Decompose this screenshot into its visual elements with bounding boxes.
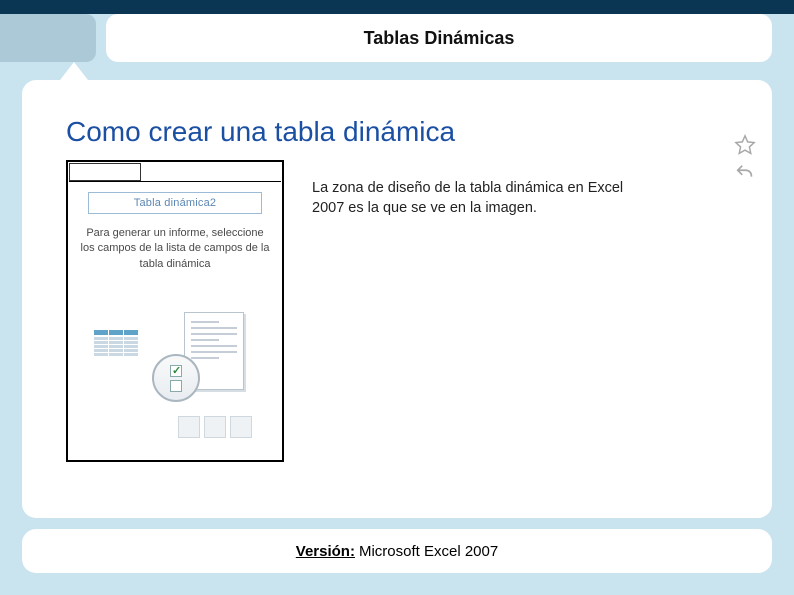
thumb-cell-marker [69, 163, 141, 181]
star-icon[interactable] [734, 134, 756, 156]
mini-dropzones-icon [178, 416, 252, 438]
header-title: Tablas Dinámicas [364, 28, 515, 49]
top-stripe [0, 0, 794, 14]
content-row: Tabla dinámica2 Para generar un informe,… [66, 160, 728, 462]
description-text: La zona de diseño de la tabla dinámica e… [312, 160, 652, 219]
thumb-pivot-label: Tabla dinámica2 [88, 192, 262, 214]
mini-table-icon [94, 330, 142, 357]
checkbox-checked-icon [170, 365, 182, 377]
side-icons [734, 134, 756, 184]
thumb-top-border [69, 181, 281, 182]
left-tab-decoration [0, 14, 96, 62]
header-pointer [60, 62, 88, 80]
version-label: Versión: [296, 543, 355, 560]
undo-icon[interactable] [734, 162, 756, 184]
slide-background: Tablas Dinámicas Como crear una tabla di… [0, 0, 794, 595]
screenshot-thumbnail: Tabla dinámica2 Para generar un informe,… [66, 160, 284, 462]
thumb-illustration [94, 312, 264, 442]
header-bar: Tablas Dinámicas [106, 14, 772, 62]
magnifier-icon [152, 354, 200, 402]
version-value: Microsoft Excel 2007 [359, 543, 498, 560]
footer-bar: Versión: Microsoft Excel 2007 [22, 529, 772, 573]
page-title: Como crear una tabla dinámica [66, 116, 728, 148]
thumb-hint-text: Para generar un informe, seleccione los … [78, 226, 272, 272]
checkbox-empty-icon [170, 380, 182, 392]
main-card: Como crear una tabla dinámica Tabla diná… [22, 80, 772, 518]
